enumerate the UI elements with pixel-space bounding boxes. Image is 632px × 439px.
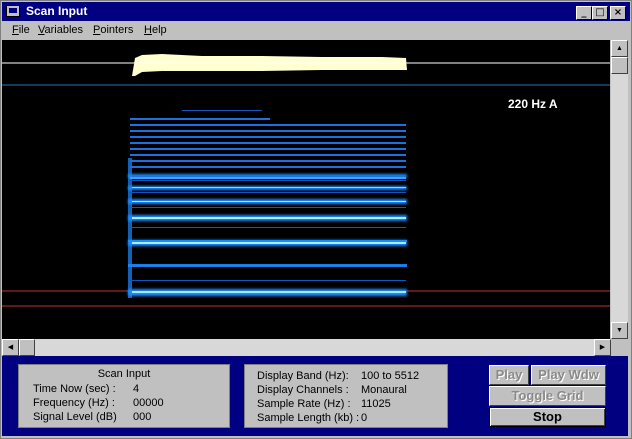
- signal-level-value: 000: [133, 411, 152, 423]
- play-button[interactable]: Play: [489, 365, 529, 385]
- frequency-value: 00000: [133, 397, 164, 409]
- scroll-up-button[interactable]: ▲: [611, 40, 628, 57]
- title-bar[interactable]: Scan Input _ □ ×: [2, 2, 630, 21]
- scroll-left-button[interactable]: ◀: [2, 339, 19, 356]
- menu-help[interactable]: Help: [144, 24, 167, 36]
- upper-harmonics: [130, 110, 406, 281]
- window-title: Scan Input: [26, 4, 88, 18]
- display-settings-panel: Display Band (Hz): 100 to 5512 Display C…: [244, 364, 448, 428]
- signal-level-label: Signal Level (dB): [33, 411, 117, 423]
- maximize-button[interactable]: □: [592, 6, 608, 20]
- horizontal-scroll-thumb[interactable]: [19, 339, 35, 356]
- harmonic-core: [132, 242, 406, 244]
- sample-rate-label: Sample Rate (Hz) :: [257, 398, 351, 410]
- vertical-scrollbar[interactable]: ▲ ▼: [611, 40, 628, 339]
- arrow-down-icon: ▼: [616, 327, 623, 334]
- stop-button[interactable]: Stop: [489, 407, 606, 427]
- menu-pointers[interactable]: Pointers: [93, 24, 133, 36]
- spectrogram-display[interactable]: 220 Hz A: [2, 40, 610, 339]
- time-now-value: 4: [133, 383, 140, 395]
- app-icon[interactable]: [6, 5, 20, 17]
- display-channels-label: Display Channels :: [257, 384, 349, 396]
- scan-input-panel: Scan Input Time Now (sec) : 4 Frequency …: [18, 364, 230, 428]
- harmonic-band: [128, 264, 407, 267]
- spectrogram-canvas: [2, 54, 610, 307]
- scroll-right-button[interactable]: ▶: [594, 339, 611, 356]
- harmonic-core: [132, 217, 406, 219]
- menu-bar: File Variables Pointers Help: [2, 21, 630, 40]
- display-channels-value: Monaural: [361, 384, 407, 396]
- arrow-right-icon: ▶: [599, 344, 606, 351]
- sample-length-value: 0: [361, 412, 368, 424]
- display-band-value: 100 to 5512: [361, 370, 420, 382]
- menu-file[interactable]: File: [12, 24, 30, 36]
- vertical-scroll-thumb[interactable]: [611, 57, 628, 74]
- frequency-label: Frequency (Hz) :: [33, 397, 115, 409]
- scan-panel-title: Scan Input: [97, 368, 151, 380]
- note-label: 220 Hz A: [508, 97, 558, 111]
- scroll-down-button[interactable]: ▼: [611, 322, 628, 339]
- horizontal-scrollbar[interactable]: ◀ ▶: [2, 339, 611, 356]
- close-button[interactable]: ×: [610, 6, 626, 20]
- play-window-button[interactable]: Play Wdw: [531, 365, 606, 385]
- sample-length-label: Sample Length (kb) :: [257, 412, 360, 424]
- toggle-grid-button[interactable]: Toggle Grid: [489, 386, 606, 406]
- harmonic-core: [132, 187, 406, 188]
- scrollbar-corner: [611, 339, 628, 356]
- harmonic-band: [128, 240, 407, 242]
- menu-variables[interactable]: Variables: [38, 24, 83, 36]
- minimize-button[interactable]: _: [576, 6, 592, 20]
- harmonic-core: [132, 291, 406, 293]
- arrow-left-icon: ◀: [7, 344, 14, 351]
- time-now-label: Time Now (sec) :: [33, 383, 116, 395]
- arrow-up-icon: ▲: [616, 45, 623, 52]
- display-band-label: Display Band (Hz):: [257, 370, 349, 382]
- bottom-panel: Scan Input Time Now (sec) : 4 Frequency …: [2, 356, 628, 436]
- harmonic-core: [132, 201, 406, 202]
- sample-rate-value: 11025: [361, 398, 391, 410]
- waveform-envelope: [132, 54, 407, 76]
